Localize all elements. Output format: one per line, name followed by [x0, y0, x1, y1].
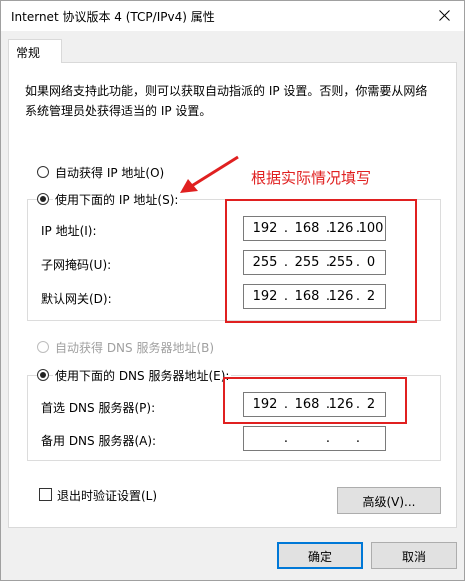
manual-ip-label: 使用下面的 IP 地址(S): — [53, 191, 181, 208]
ip-highlight-box — [225, 199, 417, 323]
preferred-dns-label: 首选 DNS 服务器(P): — [41, 401, 156, 415]
tab-general-label: 常规 — [16, 46, 41, 60]
close-icon — [439, 10, 450, 21]
validate-checkbox[interactable] — [39, 488, 52, 501]
auto-ip-label: 自动获得 IP 地址(O) — [55, 166, 165, 180]
auto-dns-label: 自动获得 DNS 服务器地址(B) — [55, 341, 215, 355]
validate-label: 退出时验证设置(L) — [57, 489, 158, 503]
properties-dialog: Internet 协议版本 4 (TCP/IPv4) 属性 常规 如果网络支持此… — [0, 0, 465, 581]
window-title: Internet 协议版本 4 (TCP/IPv4) 属性 — [11, 10, 215, 24]
auto-dns-radio[interactable] — [37, 341, 49, 353]
close-button[interactable] — [434, 5, 456, 27]
ok-button[interactable]: 确定 — [277, 542, 363, 569]
annotation-text: 根据实际情况填写 — [251, 169, 372, 187]
manual-dns-label: 使用下面的 DNS 服务器地址(E): — [53, 367, 232, 384]
tab-general[interactable]: 常规 — [8, 39, 62, 63]
alternate-dns-input[interactable]: . . . — [243, 426, 386, 451]
description-text: 如果网络支持此功能，则可以获取自动指派的 IP 设置。否则，你需要从网络系统管理… — [25, 84, 428, 118]
advanced-button[interactable]: 高级(V)... — [337, 487, 441, 514]
alternate-dns-label: 备用 DNS 服务器(A): — [41, 434, 157, 448]
cancel-button[interactable]: 取消 — [371, 542, 457, 569]
ip-address-label: IP 地址(I): — [41, 224, 97, 238]
gateway-label: 默认网关(D): — [41, 292, 112, 306]
auto-ip-radio[interactable] — [37, 166, 49, 178]
dns-highlight-box — [223, 377, 407, 424]
arrow-icon — [180, 155, 239, 193]
manual-ip-radio[interactable] — [37, 193, 49, 205]
subnet-mask-label: 子网掩码(U): — [41, 258, 112, 272]
title-bar: Internet 协议版本 4 (TCP/IPv4) 属性 — [1, 1, 464, 31]
manual-dns-radio[interactable] — [37, 369, 49, 381]
